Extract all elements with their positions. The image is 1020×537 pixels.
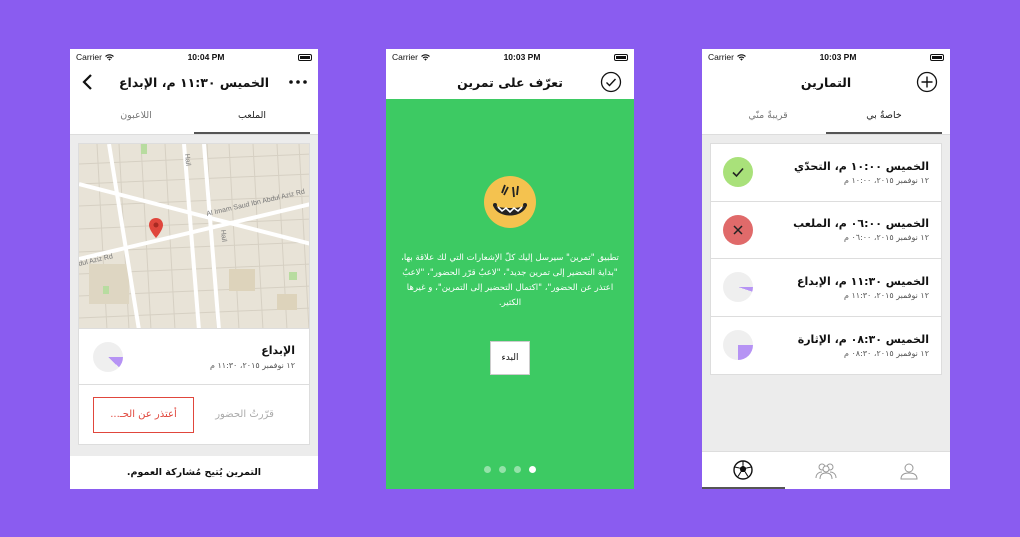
- page-dot[interactable]: [484, 466, 491, 473]
- battery-icon: [298, 53, 312, 61]
- nav-bar: تعرّف على تمرين: [386, 65, 634, 99]
- soccer-ball-icon: [733, 459, 754, 480]
- session-date: ١٢ نوفمبر ٢٠١٥، ١١:٣٠ م: [843, 290, 929, 300]
- mascot-face-icon: [484, 176, 536, 228]
- map-streets: Al Imam Saud Ibn Abdul Aziz Rd dul Aziz …: [79, 144, 309, 328]
- page-dot[interactable]: [499, 466, 506, 473]
- attend-button[interactable]: قرّرتُ الحضور: [194, 397, 295, 433]
- rsvp-card: أعتذر عن الحـ... قرّرتُ الحضور: [78, 385, 310, 445]
- map-view[interactable]: Al Imam Saud Ibn Abdul Aziz Rd dul Aziz …: [78, 143, 310, 329]
- page-title: تعرّف على تمرين: [457, 74, 563, 90]
- progress-pie: [723, 272, 753, 303]
- screen-session-detail: Carrier 10:04 PM الخميس ١١:٣٠ م، الإبداع…: [70, 49, 318, 489]
- session-title: الخميس ١١:٣٠ م، الإبداع: [797, 274, 929, 288]
- clock: 10:03 PM: [503, 52, 541, 62]
- excuse-button[interactable]: أعتذر عن الحـ...: [93, 396, 195, 433]
- tab-bar: اللاعبون الملعب: [70, 99, 318, 135]
- session-date: ١٢ نوفمبر ٢٠١٥، ١٠:٠٠ م: [843, 175, 929, 185]
- map-label-road-3: Hail: [183, 153, 191, 166]
- carrier-label: Carrier: [76, 52, 102, 62]
- more-dots-icon[interactable]: [288, 79, 308, 85]
- tab-players[interactable]: اللاعبون: [78, 99, 194, 134]
- public-footer: التمرين يُتيح مُشاركة العموم.: [70, 456, 318, 489]
- event-name: الإبداع: [261, 343, 295, 357]
- tab-teams[interactable]: [785, 452, 868, 489]
- nav-bar: التمارين: [702, 65, 950, 99]
- start-label: البدء: [501, 353, 519, 363]
- onboarding-body: تطبيق "تمرين" سيرسل إليك كلّ الإشعارات ا…: [401, 253, 619, 308]
- progress-pie: [93, 341, 123, 372]
- wifi-icon: [105, 53, 114, 61]
- tab-label: قريبةٌ منّي: [748, 110, 788, 121]
- screen-onboarding: Carrier 10:03 PM تعرّف على تمرين تطبيق "…: [386, 49, 634, 489]
- tab-profile[interactable]: [867, 452, 950, 489]
- tab-label: خاصةٌ بي: [866, 110, 902, 121]
- tab-label: اللاعبون: [120, 110, 152, 121]
- event-date: ١٢ نوفمبر ٢٠١٥، ١١:٣٠ م: [209, 360, 295, 370]
- page-title: الخميس ١١:٣٠ م، الإبداع: [119, 74, 269, 90]
- start-button[interactable]: البدء: [490, 341, 530, 375]
- wifi-icon: [421, 53, 430, 61]
- battery-icon: [614, 53, 628, 61]
- session-row[interactable]: الخميس ١٠:٠٠ م، التحدّي ١٢ نوفمبر ٢٠١٥، ١…: [711, 144, 941, 202]
- session-row[interactable]: الخميس ٠٨:٣٠ م، الإثارة ١٢ نوفمبر ٢٠١٥، ٠…: [711, 317, 941, 375]
- back-chevron-icon[interactable]: [80, 72, 96, 92]
- team-icon: [815, 463, 837, 479]
- page-dot-active[interactable]: [529, 466, 536, 473]
- accepted-status-icon: [723, 157, 753, 188]
- page-indicator: [386, 466, 634, 473]
- tab-label: الملعب: [237, 110, 267, 121]
- session-date: ١٢ نوفمبر ٢٠١٥، ٠٨:٣٠ م: [843, 348, 929, 358]
- session-row[interactable]: الخميس ٠٦:٠٠ م، الملعب ١٢ نوفمبر ٢٠١٥، ٠٦…: [711, 202, 941, 259]
- bottom-tab-bar: [702, 451, 950, 489]
- session-date: ١٢ نوفمبر ٢٠١٥، ٠٦:٠٠ م: [843, 233, 929, 243]
- nav-bar: الخميس ١١:٣٠ م، الإبداع: [70, 65, 318, 99]
- excuse-label: أعتذر عن الحـ...: [110, 409, 177, 420]
- screen-sessions-list: Carrier 10:03 PM التمارين خاصةٌ بي قريبة…: [702, 49, 950, 489]
- carrier-label: Carrier: [392, 52, 418, 62]
- page-title: التمارين: [800, 74, 852, 90]
- checkmark-icon: [732, 168, 744, 178]
- check-circle-icon[interactable]: [600, 71, 622, 93]
- declined-status-icon: [723, 214, 753, 245]
- tab-nearby[interactable]: قريبةٌ منّي: [710, 99, 826, 134]
- tab-mine[interactable]: خاصةٌ بي: [826, 99, 942, 134]
- session-title: الخميس ٠٦:٠٠ م، الملعب: [793, 217, 929, 231]
- status-bar: Carrier 10:03 PM: [386, 49, 634, 65]
- status-bar: Carrier 10:03 PM: [702, 49, 950, 65]
- session-list: الخميس ١٠:٠٠ م، التحدّي ١٢ نوفمبر ٢٠١٥، ١…: [710, 143, 942, 375]
- clock: 10:03 PM: [819, 52, 857, 62]
- status-bar: Carrier 10:04 PM: [70, 49, 318, 65]
- attend-label: قرّرتُ الحضور: [215, 409, 274, 420]
- profile-icon: [900, 463, 918, 479]
- event-card: الإبداع ١٢ نوفمبر ٢٠١٥، ١١:٣٠ م: [78, 329, 310, 385]
- session-title: الخميس ١٠:٠٠ م، التحدّي: [794, 159, 929, 173]
- x-icon: [733, 225, 743, 235]
- progress-pie: [723, 330, 753, 361]
- plus-circle-icon[interactable]: [916, 71, 938, 93]
- map-label-road-4: Hail: [219, 229, 227, 242]
- session-row[interactable]: الخميس ١١:٣٠ م، الإبداع ١٢ نوفمبر ٢٠١٥، ١…: [711, 259, 941, 317]
- battery-icon: [930, 53, 944, 61]
- map-pin-icon[interactable]: [149, 218, 163, 240]
- clock: 10:04 PM: [187, 52, 225, 62]
- tab-sessions[interactable]: [702, 452, 785, 489]
- carrier-label: Carrier: [708, 52, 734, 62]
- session-title: الخميس ٠٨:٣٠ م، الإثارة: [797, 332, 929, 346]
- tab-field[interactable]: الملعب: [194, 99, 310, 134]
- onboarding-panel: تطبيق "تمرين" سيرسل إليك كلّ الإشعارات ا…: [386, 99, 634, 489]
- footer-text: التمرين يُتيح مُشاركة العموم.: [126, 467, 262, 478]
- page-dot[interactable]: [514, 466, 521, 473]
- tab-bar: خاصةٌ بي قريبةٌ منّي: [702, 99, 950, 135]
- wifi-icon: [737, 53, 746, 61]
